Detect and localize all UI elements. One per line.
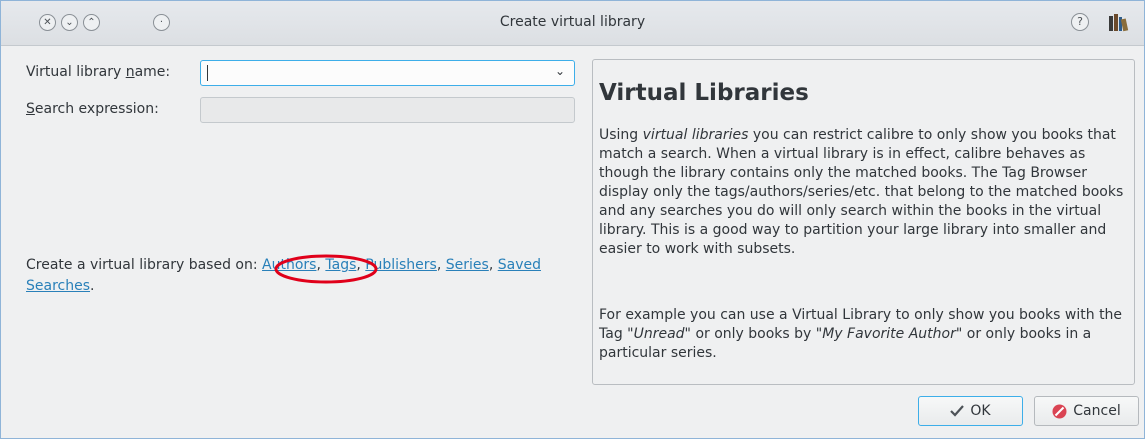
create-virtual-library-dialog: ✕ ⌄ ⌃ · Create virtual library ? Virtual… <box>0 0 1145 439</box>
search-expression-label: Search expression: <box>26 101 159 117</box>
checkmark-icon <box>950 405 965 417</box>
help-panel: Virtual Libraries Using virtual librarie… <box>592 59 1135 385</box>
chevron-down-icon[interactable]: ⌄ <box>555 64 565 78</box>
calibre-books-icon <box>1109 14 1129 32</box>
ok-label: OK <box>970 403 991 419</box>
series-link[interactable]: Series <box>446 257 489 273</box>
create-prefix: Create a virtual library based on: <box>26 257 263 273</box>
cancel-button[interactable]: Cancel <box>1034 396 1139 426</box>
help-heading: Virtual Libraries <box>599 80 809 106</box>
cancel-icon <box>1052 404 1067 418</box>
help-paragraph-1: Using virtual libraries you can restrict… <box>599 127 1124 257</box>
window-title: Create virtual library <box>499 14 646 30</box>
help-icon[interactable]: ? <box>1071 13 1089 31</box>
text-cursor <box>207 65 208 81</box>
help-paragraph-2: For example you can use a Virtual Librar… <box>599 307 1123 361</box>
virtual-library-name-combobox[interactable]: ⌄ <box>200 60 575 86</box>
virtual-library-name-label: Virtual library name: <box>26 64 171 80</box>
ok-button[interactable]: OK <box>918 396 1023 426</box>
red-highlight-ellipse <box>274 254 378 284</box>
title-bar[interactable]: ✕ ⌄ ⌃ · Create virtual library ? <box>1 1 1144 46</box>
cancel-label: Cancel <box>1073 403 1121 419</box>
search-expression-input[interactable] <box>200 97 575 123</box>
